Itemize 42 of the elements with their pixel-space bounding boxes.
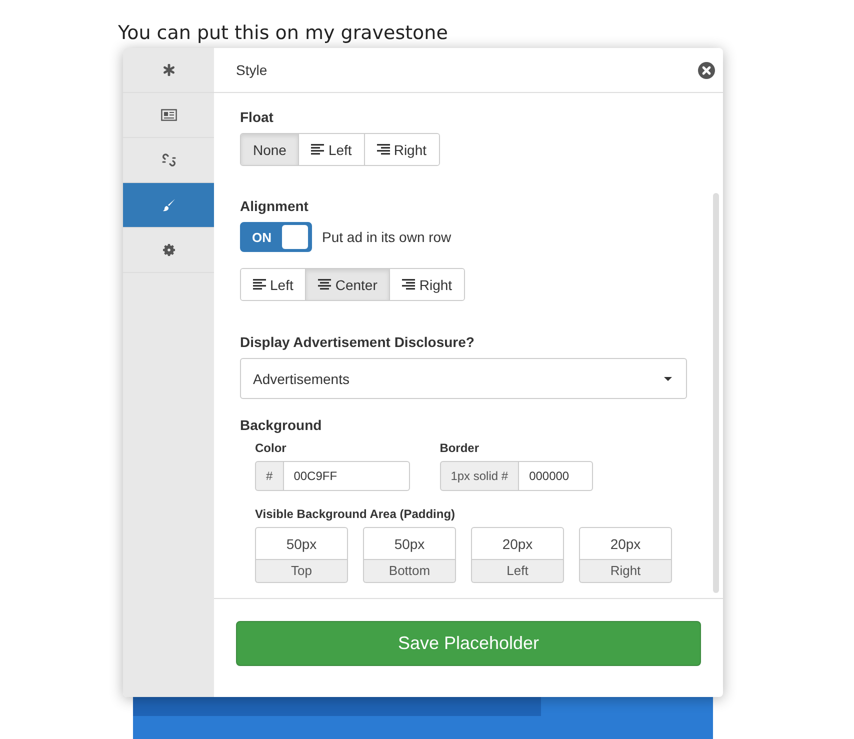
align-center-icon xyxy=(318,279,332,290)
align-right-icon xyxy=(402,279,416,290)
input-addon: 1px solid # xyxy=(440,461,520,491)
field-label: Visible Background Area (Padding) xyxy=(255,507,456,521)
padding-label: Left xyxy=(471,560,564,583)
border-color-input[interactable]: 000000 xyxy=(519,461,594,491)
padding-input[interactable]: 50px xyxy=(363,527,456,560)
align-left-icon xyxy=(253,279,266,290)
padding-input[interactable]: 20px xyxy=(579,527,672,560)
gear-icon xyxy=(162,244,174,256)
padding-input[interactable]: 20px xyxy=(471,527,564,560)
scrollbar[interactable] xyxy=(713,193,719,593)
align-right-icon xyxy=(376,144,390,155)
padding-label: Bottom xyxy=(363,560,456,583)
color-input[interactable]: 00C9FF xyxy=(284,461,410,491)
brush-icon xyxy=(162,198,176,212)
broken-link-icon xyxy=(162,153,176,167)
newspaper-icon xyxy=(160,109,176,121)
toggle-label: Put ad in its own row xyxy=(322,229,452,245)
field-label: Color xyxy=(255,441,288,455)
dialog-title: Style xyxy=(236,62,268,78)
option-button[interactable]: Right xyxy=(364,134,439,165)
caret-icon xyxy=(664,376,672,380)
option-button[interactable]: None xyxy=(241,134,298,165)
padding-label: Top xyxy=(255,560,348,583)
padding-input[interactable]: 50px xyxy=(255,527,348,560)
option-button[interactable]: Center xyxy=(305,269,390,300)
toggle-switch[interactable]: ON xyxy=(240,222,312,252)
field-label: Border xyxy=(440,441,480,455)
section-label: Alignment xyxy=(240,198,310,214)
padding-label: Right xyxy=(579,560,672,583)
section-label: Background xyxy=(240,417,323,433)
section-label: Display Advertisement Disclosure? xyxy=(240,334,476,350)
input-addon: # xyxy=(255,461,284,491)
page-heading: You can put this on my gravestone xyxy=(118,22,448,44)
sidebar-tab[interactable] xyxy=(123,183,214,228)
align-left-icon xyxy=(311,144,324,155)
asterisk-icon xyxy=(162,64,174,76)
section-label: Float xyxy=(240,109,274,125)
close-icon[interactable] xyxy=(698,62,715,78)
disclosure-dropdown[interactable]: Advertisements xyxy=(240,358,687,399)
option-button[interactable]: Right xyxy=(389,269,464,300)
